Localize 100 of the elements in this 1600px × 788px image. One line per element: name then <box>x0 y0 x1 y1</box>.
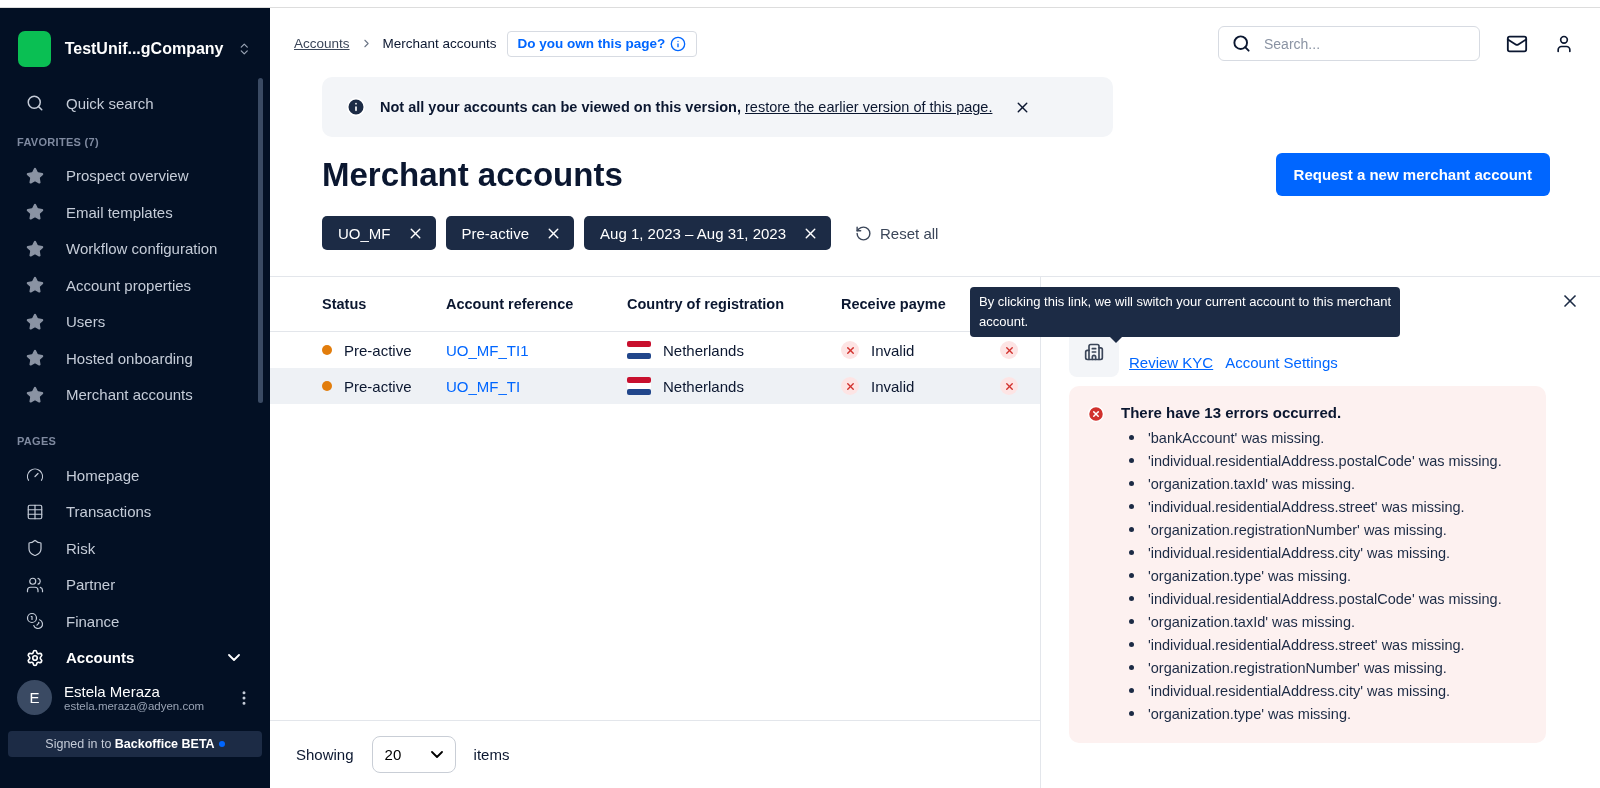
table-row[interactable]: Pre-active UO_MF_TI Netherlands Invalid <box>270 368 1040 404</box>
quick-search[interactable]: Quick search <box>8 85 262 122</box>
shield-icon <box>26 539 44 558</box>
favorite-item[interactable]: Account properties <box>8 267 262 304</box>
error-item: 'individual.residentialAddress.street' was missing. <box>1148 635 1465 654</box>
error-item: 'organization.taxId' was missing. <box>1148 612 1356 631</box>
star-icon <box>26 276 44 295</box>
section-heading: PAGES <box>16 434 58 449</box>
table-icon <box>26 502 44 521</box>
bullet-icon <box>1129 435 1134 440</box>
error-item: 'organization.type' was missing. <box>1148 704 1351 723</box>
favorite-item[interactable]: Workflow configuration <box>8 230 262 267</box>
error-item: 'individual.residentialAddress.street' was missing. <box>1148 497 1465 516</box>
chevron-icon <box>430 751 443 758</box>
receive-status: Invalid <box>871 341 915 359</box>
status-text: Pre-active <box>344 377 412 395</box>
info-icon <box>670 35 687 52</box>
ownership-button[interactable]: Do you own this page? <box>506 30 698 57</box>
restore-link[interactable]: restore the earlier version of this page. <box>745 99 993 115</box>
account-link[interactable]: UO_MF_TI1 <box>446 341 529 359</box>
bullet-icon <box>1129 504 1134 509</box>
bullet-icon <box>1129 458 1134 463</box>
error-item: 'bankAccount' was missing. <box>1148 428 1325 447</box>
nav-item[interactable]: Transactions <box>8 493 262 530</box>
panel-link[interactable]: Review KYC <box>1129 354 1214 371</box>
column-header: Account reference <box>446 296 574 312</box>
country-text: Netherlands <box>663 377 744 395</box>
nav-item[interactable]: Partner <box>8 566 262 603</box>
error-item: 'organization.type' was missing. <box>1148 566 1351 585</box>
company-logo <box>18 31 51 67</box>
status-text: Pre-active <box>344 341 412 359</box>
coins-icon <box>26 612 44 631</box>
invalid-icon <box>1000 377 1018 395</box>
error-item: 'individual.residentialAddress.postalCode' was missing. <box>1148 451 1502 470</box>
panel-link[interactable]: Account Settings <box>1225 354 1338 371</box>
column-header: Country of registration <box>627 296 785 312</box>
star-icon <box>26 349 44 368</box>
error-item: 'individual.residentialAddress.postalCode' was missing. <box>1148 589 1502 608</box>
nav-item[interactable]: Homepage <box>8 457 262 494</box>
bullet-icon <box>1129 573 1134 578</box>
star-icon <box>26 312 44 331</box>
user-avatar: E <box>17 680 52 715</box>
request-button[interactable]: Request a new merchant account <box>1275 153 1550 196</box>
user-email: estela.meraza@adyen.com <box>64 700 206 712</box>
search-icon <box>26 94 44 113</box>
bullet-icon <box>1129 711 1134 716</box>
page-size-select[interactable]: 20 <box>371 736 456 773</box>
bullet-icon <box>1129 596 1134 601</box>
people-icon <box>26 575 44 594</box>
search-icon <box>1232 34 1251 53</box>
star-icon <box>26 239 44 258</box>
star-icon <box>26 203 44 222</box>
error-item: 'organization.taxId' was missing. <box>1148 474 1356 493</box>
error-icon <box>1087 405 1105 423</box>
user-icon[interactable] <box>1554 33 1574 54</box>
filter-chip[interactable]: Aug 1, 2023 – Aug 31, 2023 <box>584 216 832 250</box>
invalid-icon <box>1000 341 1018 359</box>
bullet-icon <box>1129 527 1134 532</box>
invalid-icon <box>841 377 859 395</box>
reset-button[interactable]: Reset all <box>849 223 945 243</box>
account-link[interactable]: UO_MF_TI <box>446 377 521 395</box>
favorite-item[interactable]: Users <box>8 303 262 340</box>
favorite-item[interactable]: Merchant accounts <box>8 376 262 413</box>
bullet-icon <box>1129 665 1134 670</box>
star-icon <box>26 385 44 404</box>
invalid-icon <box>841 341 859 359</box>
showing-label: Showing <box>296 746 354 763</box>
column-header: Receive payme <box>841 296 946 312</box>
favorite-item[interactable]: Email templates <box>8 194 262 231</box>
nav-item[interactable]: Risk <box>8 530 262 567</box>
user-name: Estela Meraza <box>64 683 161 700</box>
banner-text: Not all your accounts can be viewed on this version, <box>380 99 741 115</box>
bullet-icon <box>1129 642 1134 647</box>
favorite-item[interactable]: Hosted onboarding <box>8 340 262 377</box>
tooltip-arrow <box>1110 337 1122 343</box>
filter-chip[interactable]: Pre-active <box>445 216 575 250</box>
error-title: There have 13 errors occurred. <box>1121 404 1343 421</box>
bullet-icon <box>1129 619 1134 624</box>
error-item: 'organization.registrationNumber' was missing. <box>1148 520 1447 539</box>
scrollbar[interactable] <box>258 78 263 403</box>
nav-item[interactable]: Accounts <box>8 639 262 676</box>
page-title: Merchant accounts <box>322 155 623 194</box>
signed-in-text: Signed in to Backoffice BETA <box>45 737 215 751</box>
error-item: 'individual.residentialAddress.city' was missing. <box>1148 681 1451 700</box>
netherlands-flag-icon <box>627 341 651 359</box>
nav-item[interactable]: Finance <box>8 603 262 640</box>
items-label: items <box>473 746 510 763</box>
error-item: 'organization.registrationNumber' was missing. <box>1148 658 1447 677</box>
company-name[interactable]: TestUnif...gCompany <box>64 40 224 58</box>
error-item: 'individual.residentialAddress.city' was missing. <box>1148 543 1451 562</box>
filter-chip[interactable]: UO_MF <box>322 216 436 250</box>
star-icon <box>26 166 44 185</box>
breadcrumb-link[interactable]: Accounts <box>294 36 350 51</box>
favorite-item[interactable]: Prospect overview <box>8 157 262 194</box>
section-heading: FAVORITES (7) <box>16 134 100 150</box>
info-icon <box>346 97 366 117</box>
search-field[interactable]: Search... <box>1218 26 1480 61</box>
column-header: Status <box>322 296 367 312</box>
bullet-icon <box>1129 481 1134 486</box>
status-dot-icon <box>218 741 225 747</box>
